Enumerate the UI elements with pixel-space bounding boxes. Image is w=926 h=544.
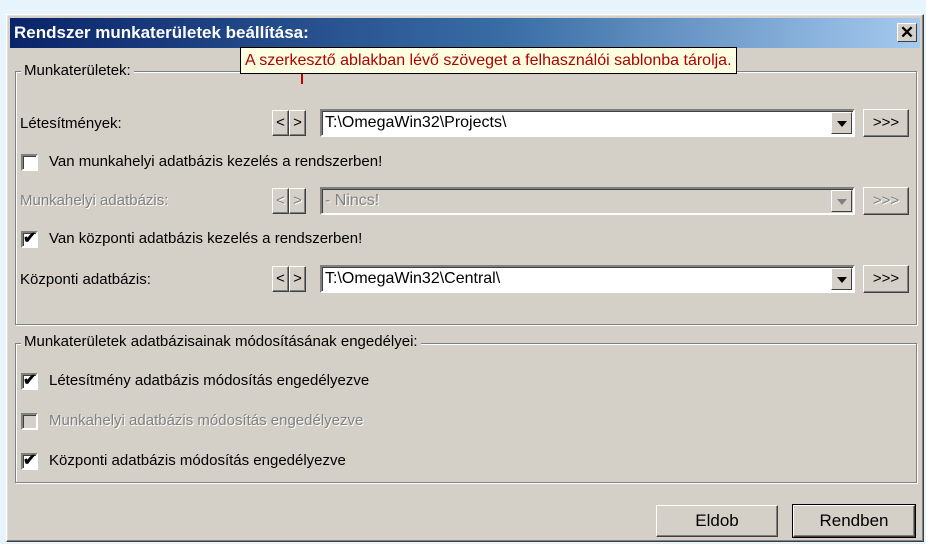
workspaces-group-label: Munkaterületek:: [21, 62, 134, 79]
central-edit-label[interactable]: Központi adatbázis módosítás engedélyezv…: [49, 452, 346, 469]
facilities-next-button[interactable]: >: [289, 110, 306, 136]
settings-dialog: Rendszer munkaterületek beállítása: ✕ Mu…: [6, 14, 924, 542]
permissions-group-label: Munkaterületek adatbázisainak módosításá…: [21, 333, 421, 350]
central-db-checkbox-label[interactable]: Van központi adatbázis kezelés a rendsze…: [49, 230, 362, 247]
tooltip-pointer: [301, 74, 303, 84]
discard-button[interactable]: Eldob: [656, 505, 778, 537]
tooltip: A szerkesztő ablakban lévő szöveget a fe…: [240, 47, 737, 74]
local-db-label: Munkahelyi adatbázis:: [20, 192, 169, 209]
central-db-browse-button[interactable]: >>>: [863, 265, 909, 293]
central-db-next-button[interactable]: >: [289, 266, 306, 292]
check-icon: ✔: [23, 452, 37, 469]
chevron-down-icon[interactable]: [831, 112, 852, 134]
central-edit-checkbox[interactable]: ✔: [21, 452, 38, 470]
central-db-prev-button[interactable]: <: [272, 266, 289, 292]
check-icon: ✔: [23, 230, 37, 247]
title-bar[interactable]: Rendszer munkaterületek beállítása: ✕: [10, 18, 920, 48]
local-db-path-value: - Nincs!: [325, 192, 380, 209]
chevron-down-icon[interactable]: [831, 190, 852, 212]
facility-edit-label[interactable]: Létesítmény adatbázis módosítás engedély…: [49, 372, 369, 389]
local-db-next-button[interactable]: >: [289, 188, 306, 214]
close-icon: ✕: [899, 23, 915, 42]
local-db-prev-button[interactable]: <: [272, 188, 289, 214]
facility-edit-checkbox[interactable]: ✔: [21, 372, 38, 390]
facilities-prev-button[interactable]: <: [272, 110, 289, 136]
central-db-checkbox[interactable]: ✔: [21, 230, 38, 248]
local-db-checkbox[interactable]: [21, 154, 38, 171]
chevron-down-icon[interactable]: [831, 268, 852, 290]
dialog-title: Rendszer munkaterületek beállítása:: [14, 23, 309, 42]
facilities-label: Létesítmények:: [20, 115, 122, 132]
central-db-label: Központi adatbázis:: [20, 271, 151, 288]
check-icon: ✔: [23, 372, 37, 389]
central-db-path-value: T:\OmegaWin32\Central\: [325, 270, 501, 287]
local-edit-label[interactable]: Munkahelyi adatbázis módosítás engedélye…: [49, 412, 363, 429]
close-button[interactable]: ✕: [897, 23, 917, 42]
facilities-path-value: T:\OmegaWin32\Projects\: [325, 114, 507, 131]
local-db-checkbox-label[interactable]: Van munkahelyi adatbázis kezelés a rends…: [49, 153, 382, 170]
local-db-path-combo[interactable]: - Nincs!: [320, 187, 855, 215]
tooltip-text: A szerkesztő ablakban lévő szöveget a fe…: [245, 52, 732, 69]
facilities-browse-button[interactable]: >>>: [863, 109, 909, 137]
local-db-browse-button[interactable]: >>>: [863, 187, 909, 215]
facilities-path-combo[interactable]: T:\OmegaWin32\Projects\: [320, 109, 855, 137]
ok-button[interactable]: Rendben: [792, 504, 916, 538]
local-edit-checkbox[interactable]: [21, 413, 38, 430]
central-db-path-combo[interactable]: T:\OmegaWin32\Central\: [320, 265, 855, 293]
